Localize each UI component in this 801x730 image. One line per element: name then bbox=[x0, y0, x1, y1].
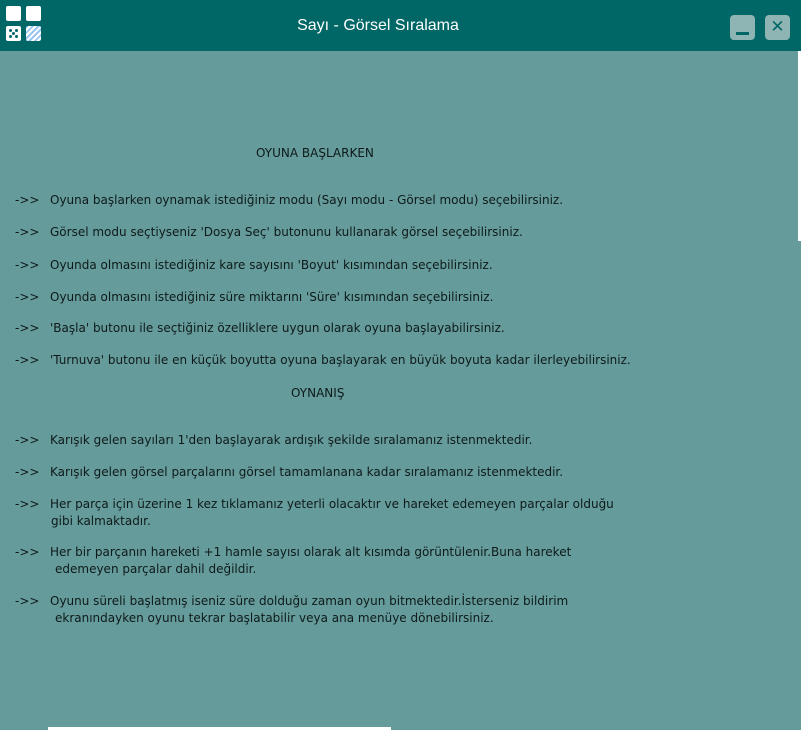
bullet-arrow: ->> bbox=[15, 225, 40, 239]
instruction-text: Karışık gelen sayıları 1'den başlayarak … bbox=[50, 433, 533, 447]
instruction-text: Oyunda olmasını istediğiniz süre miktarı… bbox=[50, 290, 494, 304]
instruction-text: Oyunda olmasını istediğiniz kare sayısın… bbox=[50, 258, 493, 272]
instruction-text: Karışık gelen görsel parçalarını görsel … bbox=[50, 465, 564, 479]
section-heading-start: OYUNA BAŞLARKEN bbox=[256, 146, 374, 160]
bullet-arrow: ->> bbox=[15, 321, 40, 335]
instruction-text: Oyunu süreli başlatmış iseniz süre doldu… bbox=[50, 594, 569, 608]
instruction-text: Oyuna başlarken oynamak istediğiniz modu… bbox=[50, 193, 564, 207]
close-icon: ✕ bbox=[770, 17, 785, 37]
minimize-button[interactable] bbox=[730, 15, 755, 40]
bullet-arrow: ->> bbox=[15, 497, 40, 511]
close-button[interactable]: ✕ bbox=[765, 15, 790, 40]
instruction-text-continued: ekranındayken oyunu tekrar başlatabilir … bbox=[55, 611, 494, 625]
instruction-text: Görsel modu seçtiyseniz 'Dosya Seç' buto… bbox=[50, 225, 523, 239]
instruction-text: Her bir parçanın hareketi +1 hamle sayıs… bbox=[50, 545, 572, 559]
window-title: Sayı - Görsel Sıralama bbox=[297, 17, 459, 34]
bullet-arrow: ->> bbox=[15, 465, 40, 479]
bullet-arrow: ->> bbox=[15, 353, 40, 367]
minimize-icon bbox=[736, 32, 749, 35]
bullet-arrow: ->> bbox=[15, 258, 40, 272]
instruction-text: Her parça için üzerine 1 kez tıklamanız … bbox=[50, 497, 614, 511]
instruction-text-continued: edemeyen parçalar dahil değildir. bbox=[55, 562, 257, 576]
bullet-arrow: ->> bbox=[15, 545, 40, 559]
bullet-arrow: ->> bbox=[15, 193, 40, 207]
section-heading-gameplay: OYNANIŞ bbox=[291, 386, 345, 400]
instruction-text-continued: gibi kalmaktadır. bbox=[51, 514, 151, 528]
bullet-arrow: ->> bbox=[15, 290, 40, 304]
instruction-text: 'Başla' butonu ile seçtiğiniz özellikler… bbox=[50, 321, 505, 335]
title-bar: Sayı - Görsel Sıralama ✕ bbox=[0, 0, 801, 51]
bullet-arrow: ->> bbox=[15, 433, 40, 447]
bullet-arrow: ->> bbox=[15, 594, 40, 608]
instruction-text: 'Turnuva' butonu ile en küçük boyutta oy… bbox=[50, 353, 631, 367]
